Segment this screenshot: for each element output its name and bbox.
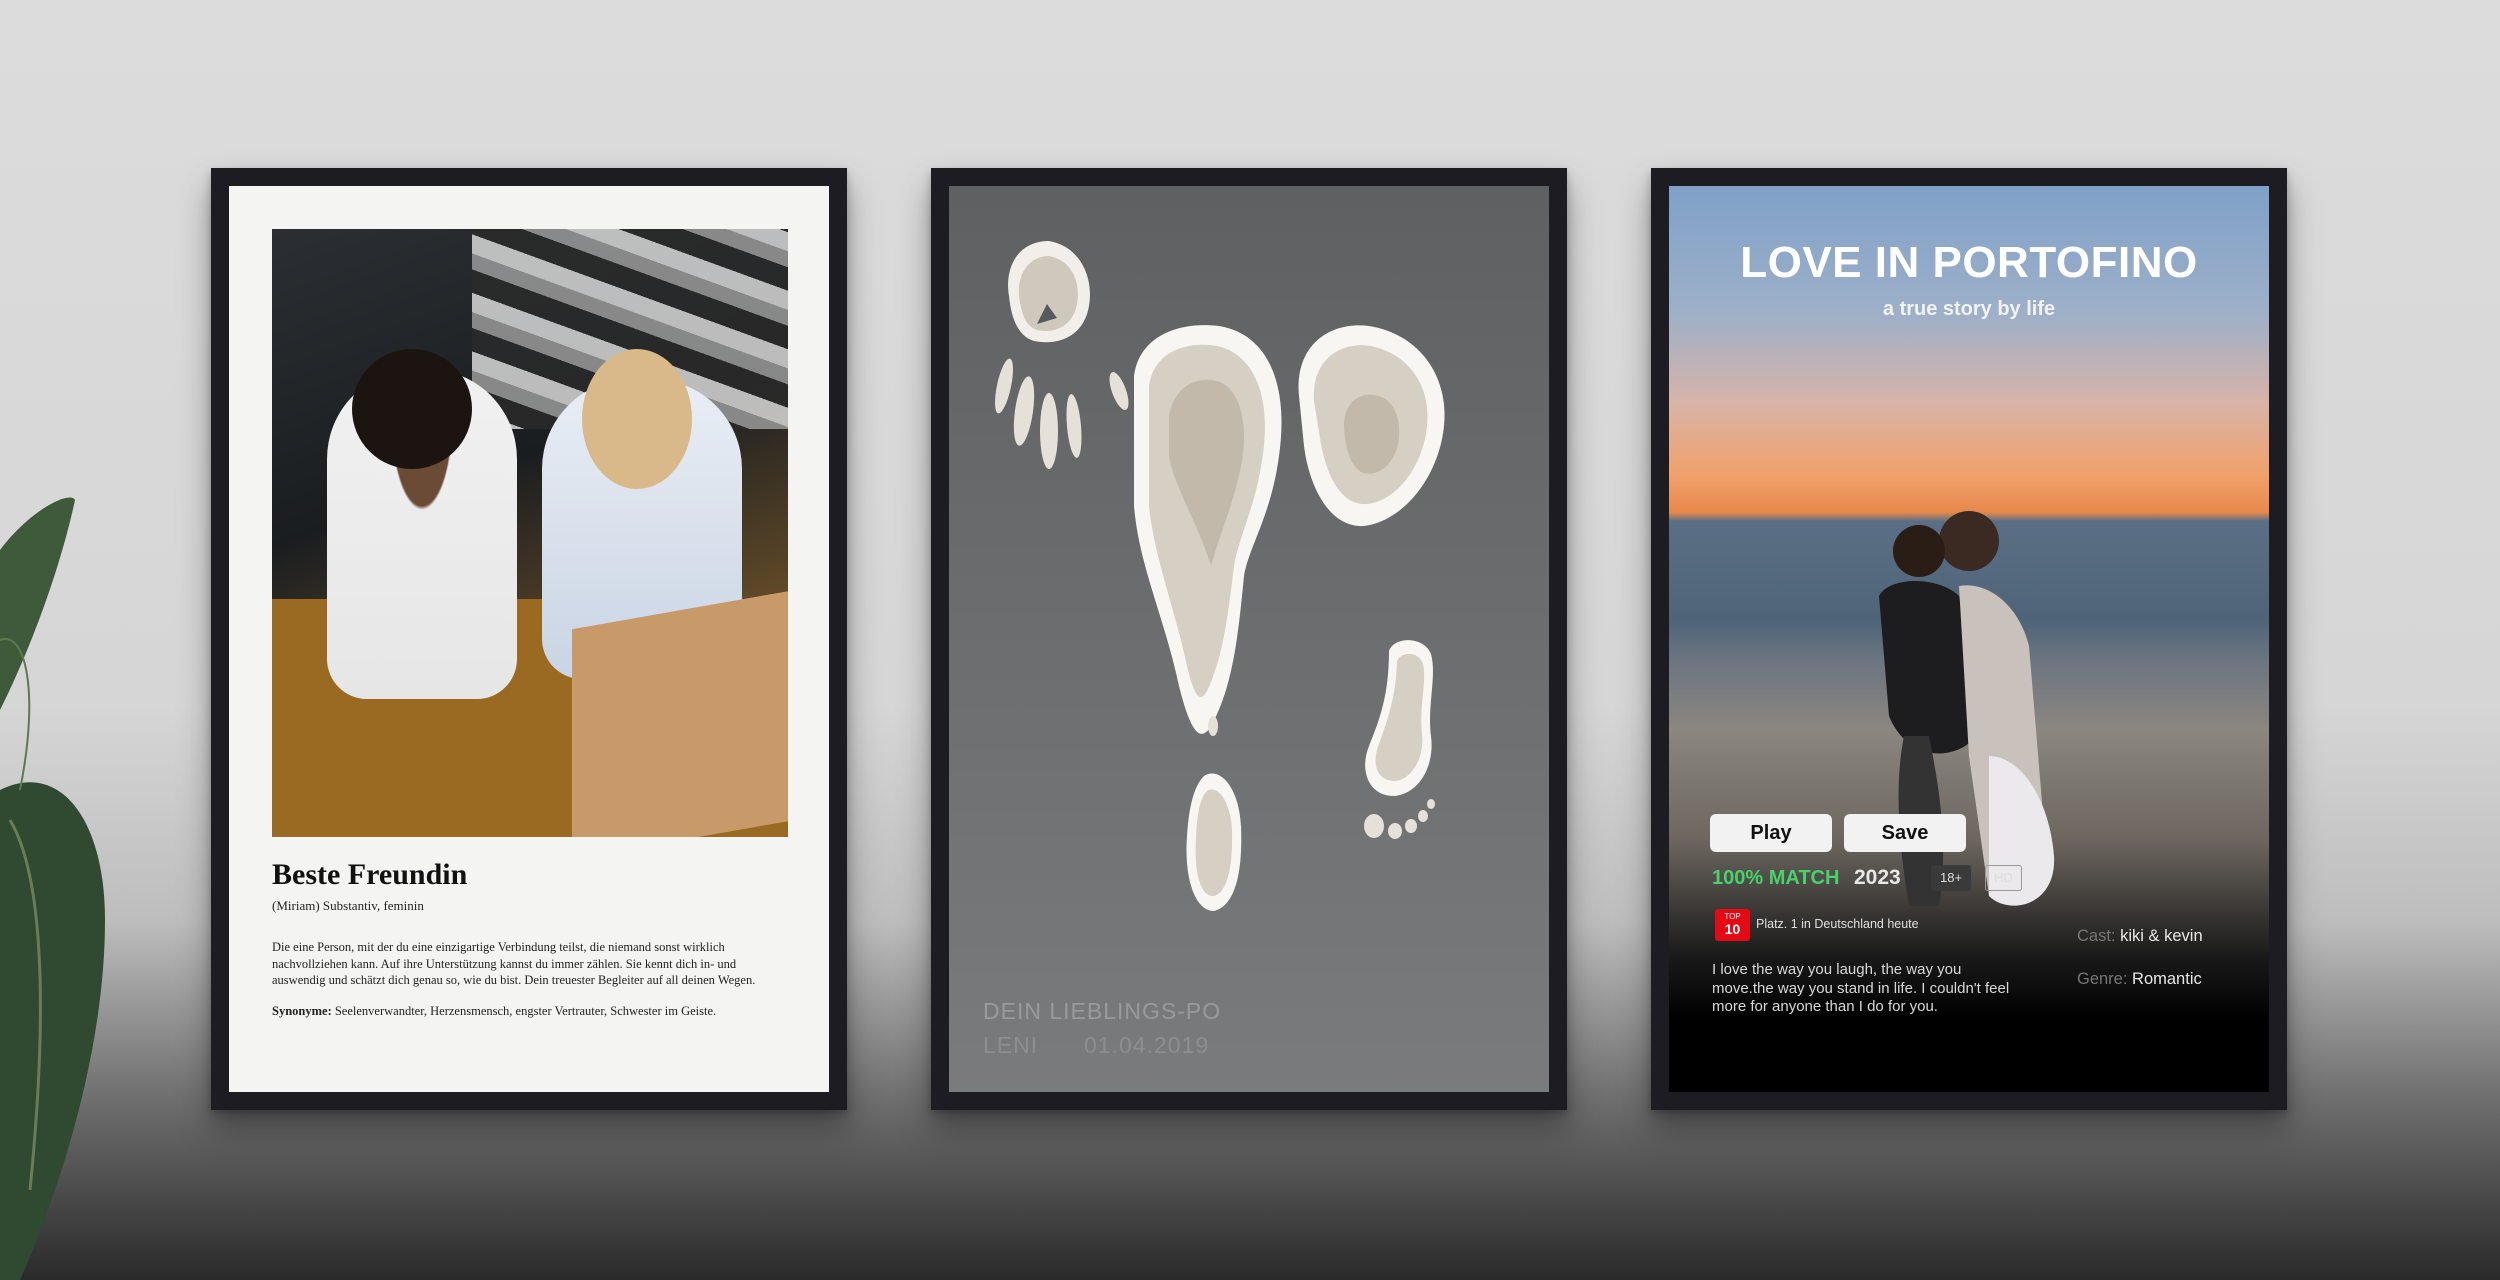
hd-badge: HD	[1985, 865, 2022, 891]
top10-badge: TOP 10	[1715, 909, 1750, 941]
genre-value: Romantic	[2132, 970, 2202, 988]
print-artwork	[995, 241, 1445, 911]
top10-number: 10	[1724, 921, 1741, 937]
poster-date: 01.04.2019	[1084, 1032, 1210, 1058]
cast-value: kiki & kevin	[2120, 927, 2203, 945]
movie-tagline: a true story by life	[1882, 298, 2056, 320]
poster-beste-freundin: Beste Freundin (Miriam) Substantiv, femi…	[229, 186, 829, 1092]
rank-text: Platz. 1 in Deutschland heute	[1756, 917, 1919, 931]
couple-embracing	[1879, 511, 2055, 906]
movie-description: I love the way you laugh, the way you mo…	[1712, 961, 2010, 1015]
poster-love-in-portofino: LOVE IN PORTOFINO a true story by life P…	[1669, 186, 2269, 1092]
poster-frame-love-in-portofino: LOVE IN PORTOFINO a true story by life P…	[1651, 168, 2287, 1110]
cast-label: Cast:	[2077, 927, 2116, 945]
genre-label: Genre:	[2077, 970, 2128, 988]
butt-print	[1134, 325, 1445, 911]
poster-subtitle: (Miriam) Substantiv, feminin	[272, 898, 424, 913]
release-year: 2023	[1854, 866, 1901, 889]
poster-frame-lieblings-po: DEIN LIEBLINGS-PO LENI 01.04.2019	[931, 168, 1567, 1110]
genre-info: Genre: Romantic	[2077, 970, 2202, 989]
cast-info: Cast: kiki & kevin	[2077, 927, 2203, 946]
poster-frame-beste-freundin: Beste Freundin (Miriam) Substantiv, femi…	[211, 168, 847, 1110]
poster-synonyms: Synonyme: Seelenverwandter, Herzensmensc…	[272, 1003, 792, 1020]
play-button[interactable]: Play	[1710, 814, 1832, 852]
age-rating-badge: 18+	[1931, 865, 1972, 891]
poster-title: DEIN LIEBLINGS-PO	[983, 998, 1222, 1024]
movie-title: LOVE IN PORTOFINO	[1740, 238, 2198, 287]
woman-left	[327, 349, 517, 699]
synonyms-text: Seelenverwandter, Herzensmensch, engster…	[334, 1004, 717, 1018]
save-button[interactable]: Save	[1844, 814, 1966, 852]
foot-print	[1364, 640, 1435, 839]
poster-definition: Die eine Person, mit der du eine einziga…	[272, 940, 756, 987]
plant-leaves	[0, 497, 105, 1280]
poster-lieblings-po: DEIN LIEBLINGS-PO LENI 01.04.2019	[949, 186, 1549, 1092]
match-score: 100% MATCH	[1712, 867, 1840, 889]
poster-name: LENI	[983, 1032, 1039, 1058]
poster-title: Beste Freundin	[272, 858, 468, 891]
synonyms-label: Synonyme:	[272, 1004, 332, 1018]
friends-photo	[272, 229, 788, 837]
pizza-box	[572, 588, 788, 837]
hand-print	[995, 241, 1129, 469]
beach-sunset-scene	[1669, 186, 2269, 1092]
